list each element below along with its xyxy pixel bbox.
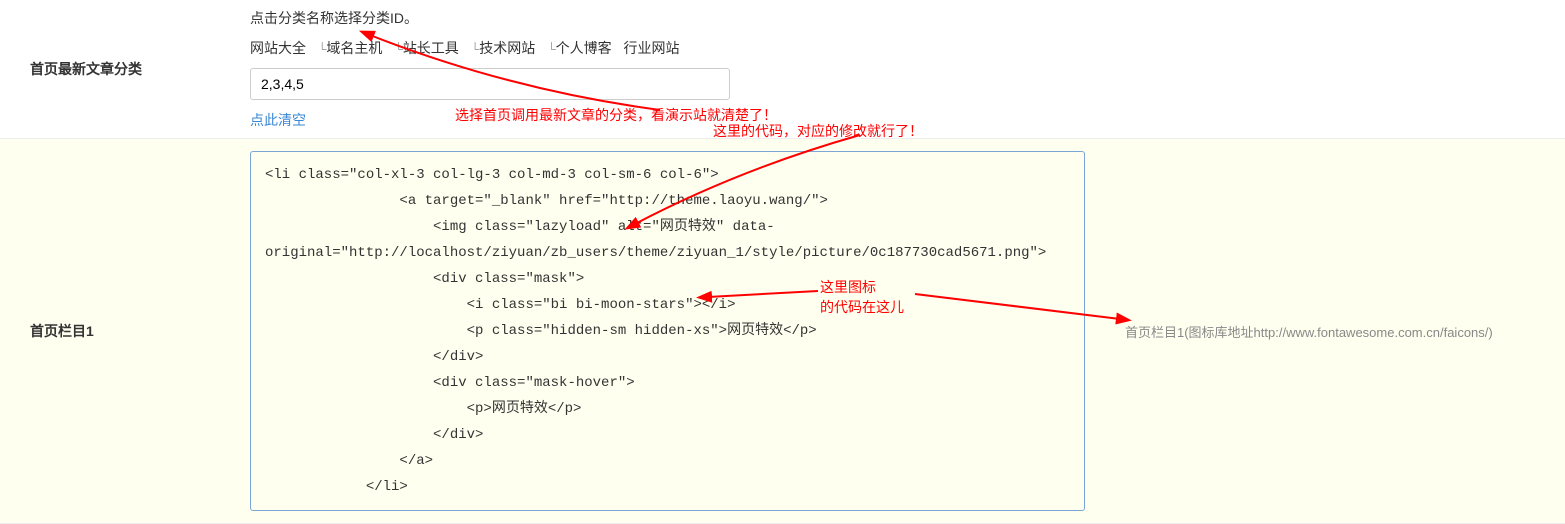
category-name: 技术网站 bbox=[479, 40, 535, 56]
section-category: 首页最新文章分类 点击分类名称选择分类ID。 网站大全 └域名主机 └站长工具 … bbox=[0, 0, 1565, 139]
category-name: 行业网站 bbox=[624, 40, 680, 56]
section-label: 首页栏目1 bbox=[0, 139, 250, 523]
tree-prefix: └ bbox=[394, 42, 403, 56]
right-note-text: 首页栏目1(图标库地址http://www.fontawesome.com.cn… bbox=[1125, 322, 1493, 341]
category-name: 个人博客 bbox=[556, 40, 612, 56]
category-item-3[interactable]: └技术网站 bbox=[471, 38, 536, 58]
category-item-4[interactable]: └个人博客 bbox=[547, 38, 612, 58]
hint-text: 点击分类名称选择分类ID。 bbox=[250, 8, 1115, 28]
section-content: <li class="col-xl-3 col-lg-3 col-md-3 co… bbox=[250, 139, 1115, 523]
section-right bbox=[1115, 0, 1565, 138]
category-name: 站长工具 bbox=[403, 40, 459, 56]
category-name: 网站大全 bbox=[250, 40, 306, 56]
section-label-text: 首页栏目1 bbox=[30, 321, 94, 341]
section-label-text: 首页最新文章分类 bbox=[30, 59, 142, 79]
category-id-input[interactable] bbox=[250, 68, 730, 100]
category-item-2[interactable]: └站长工具 bbox=[394, 38, 459, 58]
section-column1: 首页栏目1 <li class="col-xl-3 col-lg-3 col-m… bbox=[0, 139, 1565, 524]
code-textarea[interactable]: <li class="col-xl-3 col-lg-3 col-md-3 co… bbox=[250, 151, 1085, 511]
category-list: 网站大全 └域名主机 └站长工具 └技术网站 └个人博客 行业网站 bbox=[250, 38, 1115, 58]
category-item-0[interactable]: 网站大全 bbox=[250, 38, 306, 58]
category-item-1[interactable]: └域名主机 bbox=[318, 38, 383, 58]
category-item-5[interactable]: 行业网站 bbox=[624, 38, 680, 58]
section-right-note: 首页栏目1(图标库地址http://www.fontawesome.com.cn… bbox=[1115, 139, 1565, 523]
section-content: 点击分类名称选择分类ID。 网站大全 └域名主机 └站长工具 └技术网站 └个人… bbox=[250, 0, 1115, 138]
annotation-text-1: 选择首页调用最新文章的分类，看演示站就清楚了！ bbox=[455, 105, 777, 125]
clear-link[interactable]: 点此清空 bbox=[250, 112, 306, 128]
category-name: 域名主机 bbox=[326, 40, 382, 56]
section-label: 首页最新文章分类 bbox=[0, 0, 250, 138]
tree-prefix: └ bbox=[547, 42, 556, 56]
tree-prefix: └ bbox=[471, 42, 480, 56]
